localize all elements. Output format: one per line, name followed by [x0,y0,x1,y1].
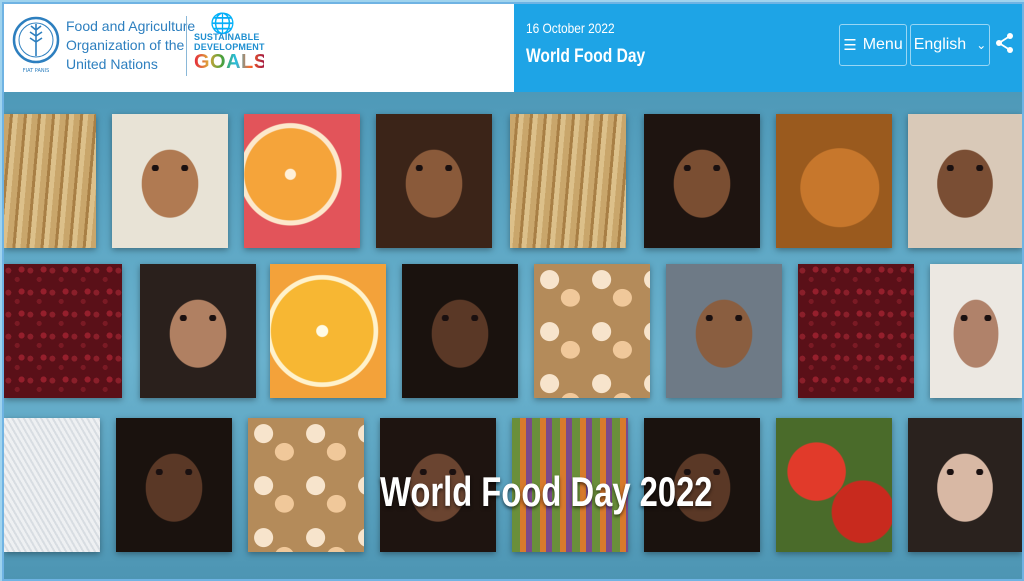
share-icon[interactable] [994,32,1016,54]
sdg-line-1: SUSTAINABLE [194,32,260,42]
photo-rice [4,418,100,552]
brand-divider [186,16,187,76]
fao-motto: FIAT PANIS [23,68,50,74]
event-banner: 16 October 2022 World Food Day ☰ Menu En… [514,4,1022,92]
photo-eggs [248,418,364,552]
photo-tomatoes [776,418,892,552]
hamburger-icon: ☰ [843,37,857,54]
photo-eggs [534,264,650,398]
photo-child [908,114,1022,248]
chevron-down-icon: ⌄ [976,38,987,52]
photo-woman [402,264,518,398]
event-title[interactable]: World Food Day [526,46,645,68]
photo-citrus [244,114,360,248]
photo-beans [798,264,914,398]
photo-man-turban [644,114,760,248]
brand-area: FIAT PANIS Food and Agriculture Organiza… [4,4,514,92]
event-date: 16 October 2022 [526,20,615,36]
photo-young-woman [376,114,492,248]
photo-woman-headscarf [930,264,1022,398]
language-label: English [913,36,967,53]
org-name-line-1: Food and Agriculture [66,18,196,34]
language-selector[interactable]: English ⌄ [910,24,990,66]
hero-title: World Food Day 2022 [380,468,713,515]
menu-button[interactable]: ☰ Menu [839,24,907,66]
page-frame: FIAT PANIS Food and Agriculture Organiza… [2,2,1024,581]
menu-label: Menu [862,36,903,53]
org-name-line-2: Organization of the [66,37,185,53]
site-header: FIAT PANIS Food and Agriculture Organiza… [4,4,1022,92]
photo-woman [116,418,232,552]
org-name-line-3: United Nations [66,56,158,72]
photo-elderly-woman [666,264,782,398]
fao-logo[interactable]: FIAT PANIS [12,14,60,76]
sdg-logo[interactable]: 🌐 SUSTAINABLE DEVELOPMENT GOALS [194,11,268,78]
un-emblem-icon: 🌐 [210,11,235,35]
photo-farmer-hat [112,114,228,248]
photo-beans [4,264,122,398]
photo-orange [270,264,386,398]
organization-name[interactable]: Food and Agriculture Organization of the… [66,17,195,74]
photo-chicken [776,114,892,248]
photo-wheat [4,114,96,248]
photo-young-woman-fair [908,418,1022,552]
hero-photo-mosaic: World Food Day 2022 [4,92,1022,579]
photo-wheat [510,114,626,248]
sdg-goals-wordmark: GOALS [194,51,268,73]
photo-young-man [140,264,256,398]
